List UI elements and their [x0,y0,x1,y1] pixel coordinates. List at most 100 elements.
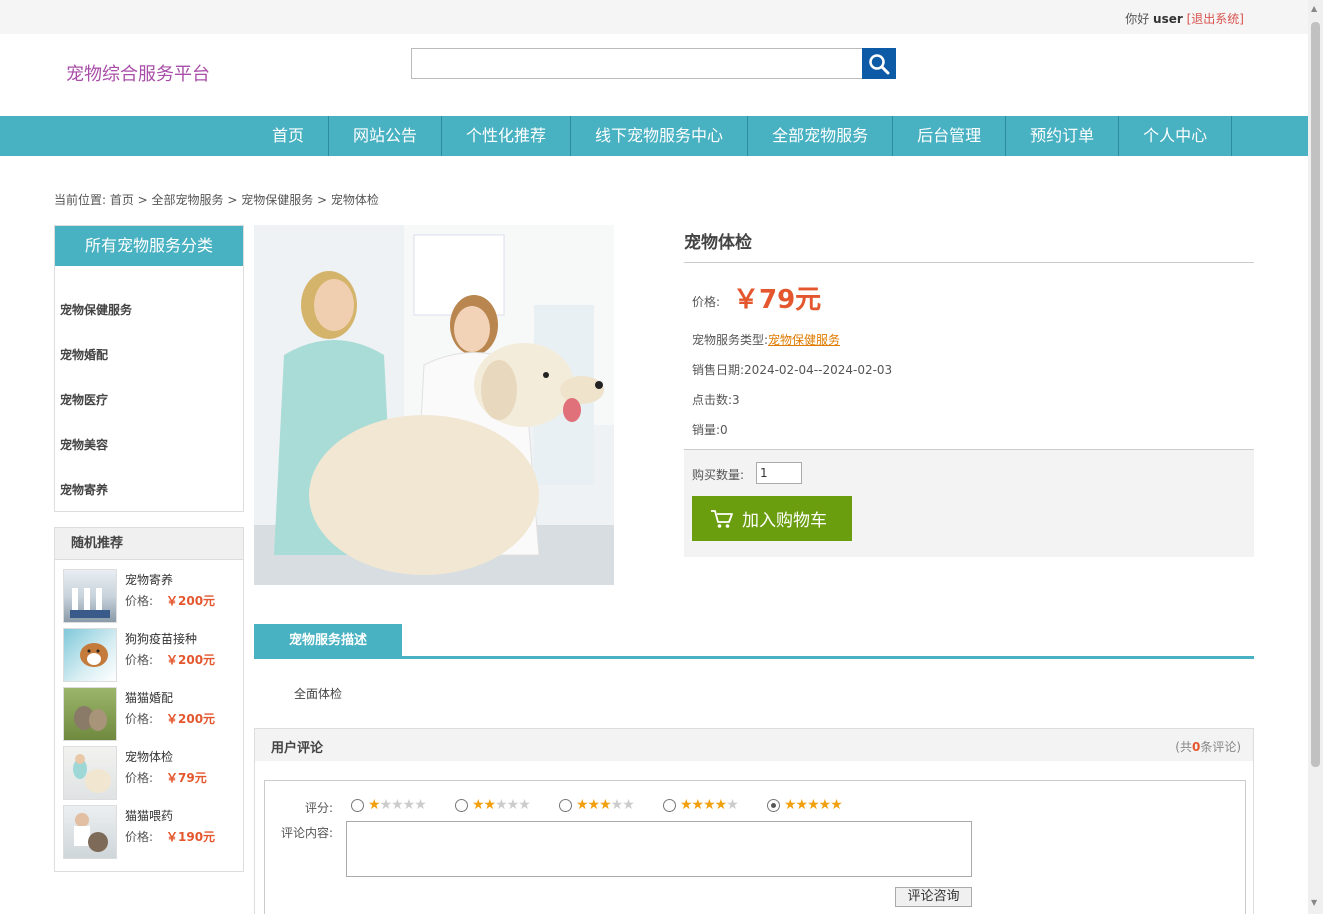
clicks-label: 点击数: [692,393,733,407]
scroll-thumb[interactable] [1311,22,1320,767]
nav-admin[interactable]: 后台管理 [893,116,1007,156]
rating-radio-5[interactable] [767,798,780,812]
category-item[interactable]: 宠物医疗 [60,391,108,408]
add-to-cart-label: 加入购物车 [742,511,827,531]
scrollbar[interactable]: ▲ ▼ [1308,0,1323,914]
sales-value: 0 [720,423,728,437]
add-to-cart-button[interactable]: 加入购物车 [692,496,852,541]
recommend-price: ￥200元 [166,594,216,608]
nav-offline-centers[interactable]: 线下宠物服务中心 [571,116,749,156]
purchase-box: 购买数量: 1 加入购物车 [684,449,1254,557]
recommend-name[interactable]: 宠物寄养 [125,571,173,588]
cart-icon [711,509,733,528]
category-title: 所有宠物服务分类 [55,226,243,266]
star-rating-icon: ★★★★★ [680,797,739,813]
recommend-price-label: 价格: [125,653,154,667]
tab-description[interactable]: 宠物服务描述 [254,624,402,657]
nav-all-services[interactable]: 全部宠物服务 [748,116,894,156]
recommend-price-label: 价格: [125,771,154,785]
recommend-thumbnail[interactable] [63,569,117,623]
nav-profile[interactable]: 个人中心 [1119,116,1233,156]
clicks-row: 点击数:3 [692,391,740,408]
rating-option-2[interactable]: ★★★★★ [455,797,531,813]
rating-radio-3[interactable] [559,798,572,812]
username: user [1153,12,1183,26]
product-title: 宠物体检 [684,233,752,253]
recommend-thumbnail[interactable] [63,687,117,741]
product-image [254,225,614,585]
rating-option-1[interactable]: ★★★★★ [351,797,427,813]
rating-label: 评分: [305,801,334,815]
recommend-thumbnail[interactable] [63,805,117,859]
category-item[interactable]: 宠物婚配 [60,346,108,363]
nav-recommendations[interactable]: 个性化推荐 [442,116,572,156]
sale-date-row: 销售日期:2024-02-04--2024-02-03 [692,361,892,378]
rating-radio-4[interactable] [663,798,676,812]
recommend-item[interactable]: 猫猫喂药 价格: ￥190元 [63,805,241,859]
clicks-value: 3 [732,393,740,407]
scroll-down-icon[interactable]: ▼ [1311,898,1317,907]
comments-count: (共0条评论) [1175,738,1241,755]
quantity-label: 购买数量: [692,468,745,482]
comments-header: 用户评论 (共0条评论) [255,729,1253,761]
recommend-item[interactable]: 猫猫婚配 价格: ￥200元 [63,687,241,741]
rating-option-4[interactable]: ★★★★★ [663,797,739,813]
search-button[interactable] [862,48,896,79]
quantity-input[interactable]: 1 [756,462,802,484]
recommend-item[interactable]: 宠物体检 价格: ￥79元 [63,746,241,800]
recommend-price: ￥200元 [166,653,216,667]
submit-comment-button[interactable]: 评论咨询 [895,887,972,907]
product-price: ￥79元 [733,285,822,315]
category-item[interactable]: 宠物寄养 [60,481,108,498]
tab-underline [254,656,1254,659]
recommend-price: ￥200元 [166,712,216,726]
service-type-link[interactable]: 宠物保健服务 [768,333,840,347]
star-rating-icon: ★★★★★ [784,797,843,813]
category-panel: 所有宠物服务分类 宠物保健服务 宠物婚配 宠物医疗 宠物美容 宠物寄养 [54,225,244,512]
star-rating-icon: ★★★★★ [576,797,635,813]
recommend-price: ￥79元 [166,771,207,785]
rating-radio-2[interactable] [455,798,468,812]
top-bar: 你好 user [退出系统] [0,0,1308,34]
star-rating-icon: ★★★★★ [472,797,531,813]
recommend-name[interactable]: 猫猫喂药 [125,807,173,824]
nav-announcements[interactable]: 网站公告 [329,116,443,156]
search-icon [869,53,890,74]
recommend-name[interactable]: 猫猫婚配 [125,689,173,706]
comment-form: 评分: ★★★★★ ★★★★★ ★★★★★ ★★★★★ ★★★★★ 评论内容: … [264,780,1246,914]
recommend-price: ￥190元 [166,830,216,844]
rating-option-3[interactable]: ★★★★★ [559,797,635,813]
star-rating-icon: ★★★★★ [368,797,427,813]
recommend-panel: 随机推荐 宠物寄养 价格: ￥200元 狗狗疫苗接种 价格: ￥200元 猫猫婚… [54,527,244,872]
sale-date-label: 销售日期: [692,363,745,377]
rating-radio-1[interactable] [351,798,364,812]
main-nav: 首页 网站公告 个性化推荐 线下宠物服务中心 全部宠物服务 后台管理 预约订单 … [0,116,1308,156]
recommend-thumbnail[interactable] [63,746,117,800]
category-item[interactable]: 宠物保健服务 [60,301,132,318]
category-item[interactable]: 宠物美容 [60,436,108,453]
breadcrumb: 当前位置: 首页 > 全部宠物服务 > 宠物保健服务 > 宠物体检 [54,193,379,207]
comments-panel: 用户评论 (共0条评论) 评分: ★★★★★ ★★★★★ ★★★★★ ★★★★★… [254,728,1254,914]
recommend-name[interactable]: 狗狗疫苗接种 [125,630,197,647]
nav-orders[interactable]: 预约订单 [1006,116,1120,156]
recommend-price-label: 价格: [125,594,154,608]
recommend-thumbnail[interactable] [63,628,117,682]
rating-option-5[interactable]: ★★★★★ [767,797,843,813]
sales-label: 销量: [692,423,721,437]
scroll-up-icon[interactable]: ▲ [1311,4,1317,13]
search-input[interactable] [411,48,863,79]
site-logo[interactable]: 宠物综合服务平台 [66,60,210,86]
recommend-item[interactable]: 狗狗疫苗接种 价格: ￥200元 [63,628,241,682]
nav-home[interactable]: 首页 [248,116,330,156]
recommend-name[interactable]: 宠物体检 [125,748,173,765]
count-suffix: 条评论) [1200,740,1241,754]
logout-link[interactable]: [退出系统] [1187,12,1244,26]
recommend-item[interactable]: 宠物寄养 价格: ￥200元 [63,569,241,623]
comment-content-label: 评论内容: [281,826,334,840]
description-text: 全面体检 [294,687,343,701]
comment-textarea[interactable] [346,821,972,877]
sale-date-value: 2024-02-04--2024-02-03 [744,363,893,377]
count-prefix: (共 [1175,740,1192,754]
recommend-price-label: 价格: [125,712,154,726]
service-type-row: 宠物服务类型:宠物保健服务 [692,331,840,348]
